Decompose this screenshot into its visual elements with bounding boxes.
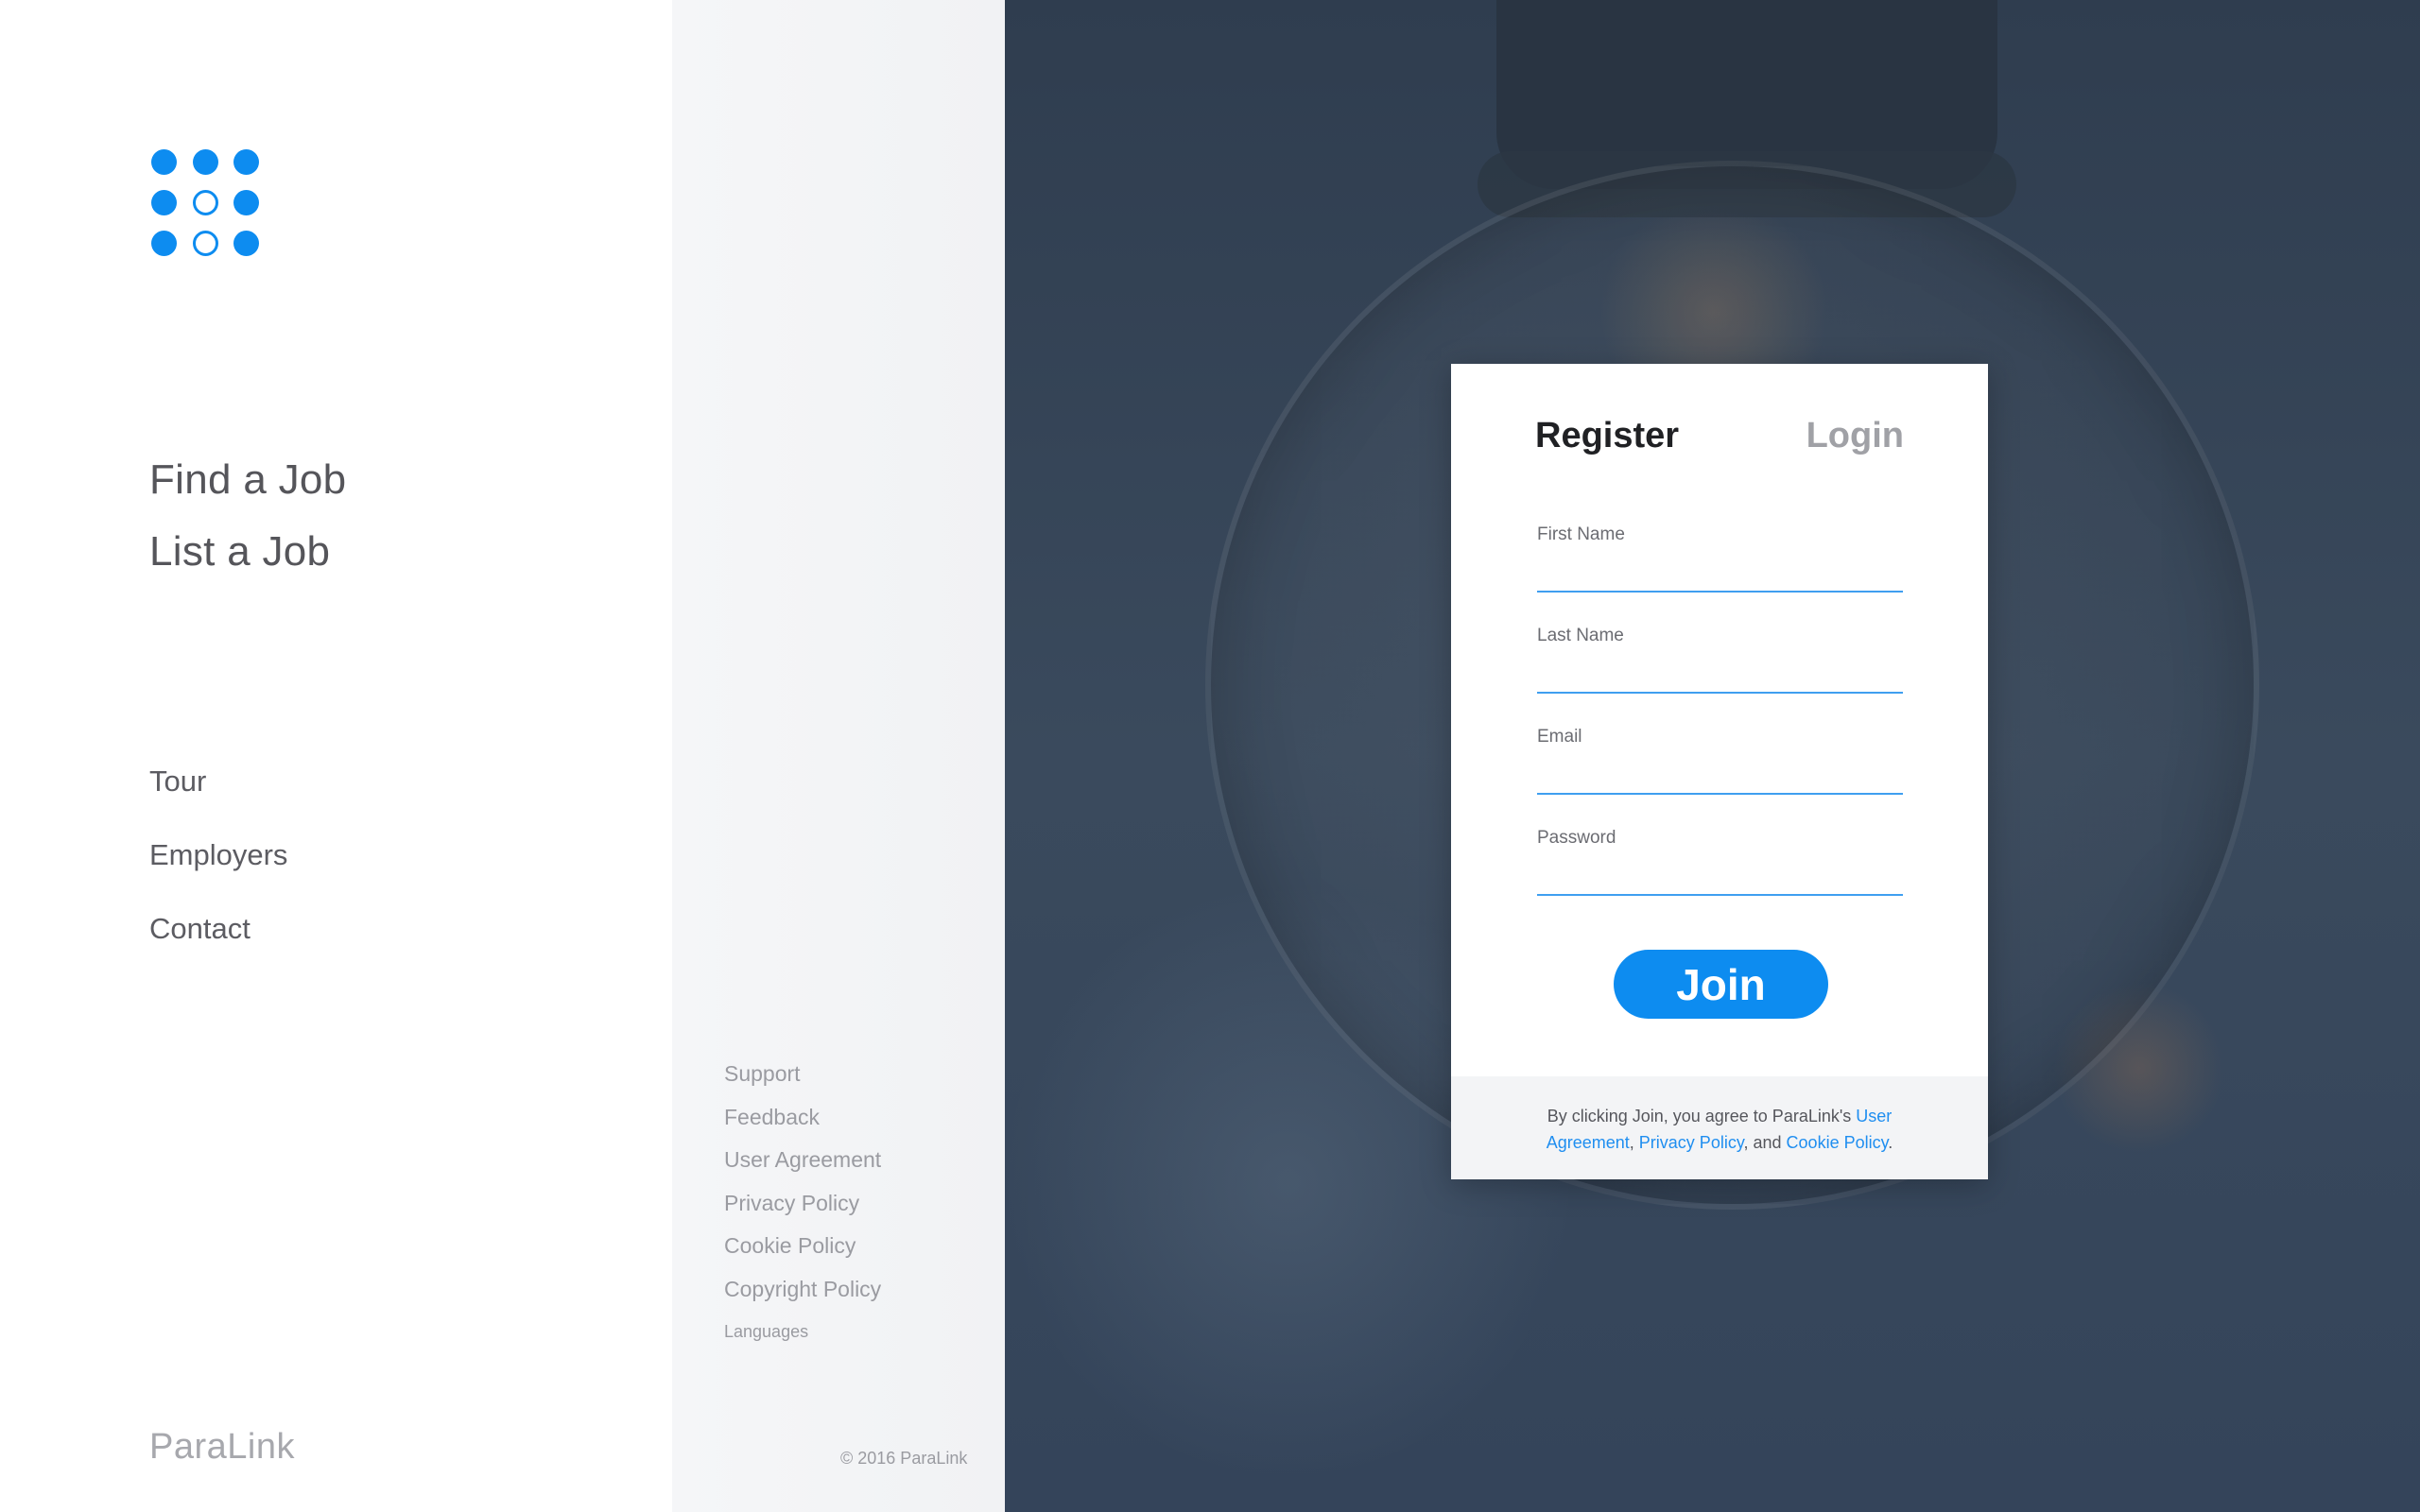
nav-find-a-job[interactable]: Find a Job <box>149 444 346 516</box>
legal-sep: , and <box>1743 1133 1787 1152</box>
nav-tour[interactable]: Tour <box>149 745 287 818</box>
nav-employers[interactable]: Employers <box>149 818 287 892</box>
logo-dot <box>151 231 177 256</box>
nav-list-a-job[interactable]: List a Job <box>149 516 346 588</box>
dot-grid-logo-icon[interactable] <box>151 149 261 256</box>
sidebar: Find a Job List a Job Tour Employers Con… <box>0 0 672 1512</box>
secondary-nav: Tour Employers Contact <box>149 745 287 966</box>
footer-link-privacy-policy[interactable]: Privacy Policy <box>724 1184 881 1228</box>
first-name-field-group: First Name <box>1537 524 1903 595</box>
join-button[interactable]: Join <box>1614 950 1828 1019</box>
footer-link-copyright-policy[interactable]: Copyright Policy <box>724 1270 881 1314</box>
privacy-policy-link[interactable]: Privacy Policy <box>1639 1133 1744 1152</box>
footer-column: Support Feedback User Agreement Privacy … <box>672 0 1005 1512</box>
brand-wordmark[interactable]: ParaLink <box>149 1427 295 1468</box>
auth-tabs: Register Login <box>1535 416 1904 463</box>
primary-nav: Find a Job List a Job <box>149 444 346 588</box>
nav-contact[interactable]: Contact <box>149 892 287 966</box>
logo-dot <box>233 231 259 256</box>
tab-register[interactable]: Register <box>1535 416 1679 456</box>
logo-dot <box>233 190 259 215</box>
legal-sep: , <box>1629 1133 1639 1152</box>
first-name-input[interactable] <box>1537 557 1903 593</box>
copyright: © 2016 ParaLink <box>840 1449 968 1468</box>
last-name-field-group: Last Name <box>1537 626 1903 696</box>
email-field-group: Email <box>1537 727 1903 798</box>
footer-link-support[interactable]: Support <box>724 1055 881 1098</box>
first-name-label: First Name <box>1537 524 1625 544</box>
logo-dot <box>151 190 177 215</box>
last-name-label: Last Name <box>1537 626 1624 645</box>
password-field-group: Password <box>1537 828 1903 899</box>
footer-link-cookie-policy[interactable]: Cookie Policy <box>724 1227 881 1270</box>
page: Find a Job List a Job Tour Employers Con… <box>0 0 2420 1512</box>
legal-notice: By clicking Join, you agree to ParaLink'… <box>1451 1076 1988 1179</box>
logo-dot <box>151 149 177 175</box>
legal-prefix: By clicking Join, you agree to ParaLink'… <box>1547 1107 1857 1125</box>
logo-ring-dot <box>193 190 218 215</box>
email-input[interactable] <box>1537 759 1903 795</box>
legal-suffix: . <box>1888 1133 1893 1152</box>
logo-dot <box>233 149 259 175</box>
register-card: Register Login First Name Last Name Emai… <box>1451 364 1988 1179</box>
password-label: Password <box>1537 828 1616 848</box>
cookie-policy-link[interactable]: Cookie Policy <box>1787 1133 1889 1152</box>
logo-ring-dot <box>193 231 218 256</box>
footer-link-languages[interactable]: Languages <box>724 1313 881 1350</box>
footer-links: Support Feedback User Agreement Privacy … <box>724 1055 881 1350</box>
last-name-input[interactable] <box>1537 658 1903 694</box>
tab-login[interactable]: Login <box>1806 416 1904 456</box>
footer-link-feedback[interactable]: Feedback <box>724 1098 881 1142</box>
logo-dot <box>193 149 218 175</box>
footer-link-user-agreement[interactable]: User Agreement <box>724 1141 881 1184</box>
email-label: Email <box>1537 727 1582 747</box>
password-input[interactable] <box>1537 860 1903 896</box>
